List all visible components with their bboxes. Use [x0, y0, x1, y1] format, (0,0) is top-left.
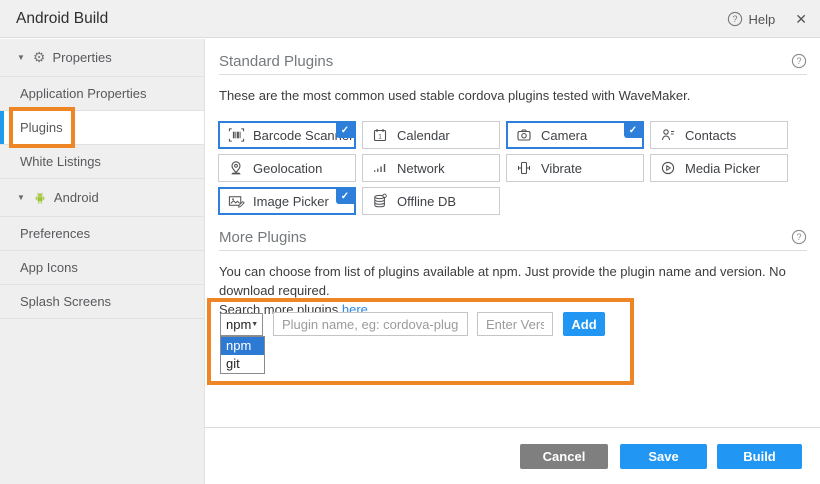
dialog-title: Android Build	[16, 10, 108, 28]
barcode-scanner-icon	[227, 127, 245, 143]
standard-plugins-help-icon[interactable]: ?	[791, 53, 807, 69]
caret-down-icon: ▼	[17, 53, 25, 62]
footer-divider	[205, 427, 820, 428]
caret-down-icon: ▼	[17, 193, 25, 202]
main-panel: Standard Plugins ? These are the most co…	[205, 38, 820, 484]
plugin-version-input[interactable]	[477, 312, 553, 336]
plugin-label: Vibrate	[541, 161, 582, 176]
standard-plugins-title: Standard Plugins	[219, 53, 333, 70]
more-plugins-title: More Plugins	[219, 229, 307, 246]
offline-db-icon	[371, 193, 389, 209]
plugin-toggle-barcode-scanner[interactable]: Barcode Scanner ✓	[218, 121, 356, 149]
sidebar-item-properties[interactable]: ▼ ⚙ Properties	[0, 39, 204, 77]
help-label: Help	[749, 12, 776, 27]
plugin-toggle-media-picker[interactable]: Media Picker ✓	[650, 154, 788, 182]
android-icon	[33, 191, 47, 205]
standard-plugins-header: Standard Plugins ?	[219, 48, 807, 75]
close-icon[interactable]: ✕	[795, 11, 807, 28]
titlebar: Android Build ? Help ✕	[0, 0, 820, 38]
sidebar-item-splash-screens[interactable]: Splash Screens	[0, 285, 204, 319]
camera-icon	[515, 127, 533, 143]
plugin-label: Image Picker	[253, 194, 329, 209]
plugin-toggle-image-picker[interactable]: Image Picker ✓	[218, 187, 356, 215]
more-plugins-description: You can choose from list of plugins avai…	[219, 262, 800, 319]
sidebar-item-white-listings[interactable]: White Listings	[0, 145, 204, 179]
sidebar-item-label: App Icons	[20, 260, 78, 275]
svg-text:?: ?	[796, 56, 801, 66]
plugin-toggle-offline-db[interactable]: Offline DB ✓	[362, 187, 500, 215]
more-plugins-header: More Plugins ?	[219, 224, 807, 251]
plugin-label: Contacts	[685, 128, 736, 143]
plugin-label: Network	[397, 161, 445, 176]
gear-icon: ⚙	[33, 49, 46, 66]
sidebar-item-label: Preferences	[20, 226, 90, 241]
caret-down-icon: ▼	[251, 321, 258, 328]
plugin-source-value: npm	[226, 317, 251, 332]
more-plugins-description-line1: You can choose from list of plugins avai…	[219, 262, 800, 300]
more-plugins-help-icon[interactable]: ?	[791, 229, 807, 245]
sidebar-item-label: Plugins	[20, 120, 63, 135]
sidebar-item-label: Splash Screens	[20, 294, 111, 309]
plugin-label: Calendar	[397, 128, 450, 143]
checked-icon: ✓	[624, 123, 642, 138]
plugin-label: Media Picker	[685, 161, 760, 176]
plugin-source-dropdown: npmgit	[220, 336, 265, 374]
plugin-name-input[interactable]	[273, 312, 468, 336]
sidebar-item-app-icons[interactable]: App Icons	[0, 251, 204, 285]
sidebar-item-label: Properties	[52, 50, 111, 65]
plugin-toggle-network[interactable]: Network ✓	[362, 154, 500, 182]
sidebar-item-plugins[interactable]: Plugins	[0, 111, 204, 145]
svg-text:1: 1	[378, 134, 382, 141]
calendar-icon: 1	[371, 127, 389, 143]
sidebar: ▼ ⚙ Properties Application Properties Pl…	[0, 39, 205, 484]
plugin-toggle-camera[interactable]: Camera ✓	[506, 121, 644, 149]
plugin-grid: Barcode Scanner ✓ 1 Calendar ✓ Camera ✓ …	[218, 121, 794, 215]
svg-text:?: ?	[732, 14, 737, 24]
sidebar-item-label: Application Properties	[20, 86, 146, 101]
plugin-toggle-calendar[interactable]: 1 Calendar ✓	[362, 121, 500, 149]
select-option-git[interactable]: git	[221, 355, 264, 373]
sidebar-item-android[interactable]: ▼ Android	[0, 179, 204, 217]
media-picker-icon	[659, 160, 677, 176]
help-icon: ?	[727, 11, 743, 27]
plugin-label: Offline DB	[397, 194, 456, 209]
save-button[interactable]: Save	[620, 444, 707, 469]
add-button[interactable]: Add	[563, 312, 605, 336]
vibrate-icon	[515, 160, 533, 176]
help-button[interactable]: ? Help	[727, 11, 776, 27]
sidebar-item-label: Android	[54, 190, 99, 205]
checked-icon: ✓	[336, 123, 354, 138]
build-button[interactable]: Build	[717, 444, 802, 469]
contacts-icon	[659, 127, 677, 143]
checked-icon: ✓	[336, 189, 354, 204]
sidebar-item-application-properties[interactable]: Application Properties	[0, 77, 204, 111]
plugin-label: Camera	[541, 128, 587, 143]
plugin-toggle-contacts[interactable]: Contacts ✓	[650, 121, 788, 149]
plugin-source-select[interactable]: npm ▼	[220, 313, 263, 336]
plugin-label: Geolocation	[253, 161, 322, 176]
standard-plugins-description: These are the most common used stable co…	[219, 86, 800, 105]
image-picker-icon	[227, 193, 245, 209]
geolocation-icon	[227, 160, 245, 176]
svg-text:?: ?	[796, 232, 801, 242]
sidebar-item-label: White Listings	[20, 154, 101, 169]
plugin-toggle-geolocation[interactable]: Geolocation ✓	[218, 154, 356, 182]
select-option-npm[interactable]: npm	[221, 337, 264, 355]
plugin-toggle-vibrate[interactable]: Vibrate ✓	[506, 154, 644, 182]
cancel-button[interactable]: Cancel	[520, 444, 608, 469]
sidebar-item-preferences[interactable]: Preferences	[0, 217, 204, 251]
network-icon	[371, 160, 389, 176]
